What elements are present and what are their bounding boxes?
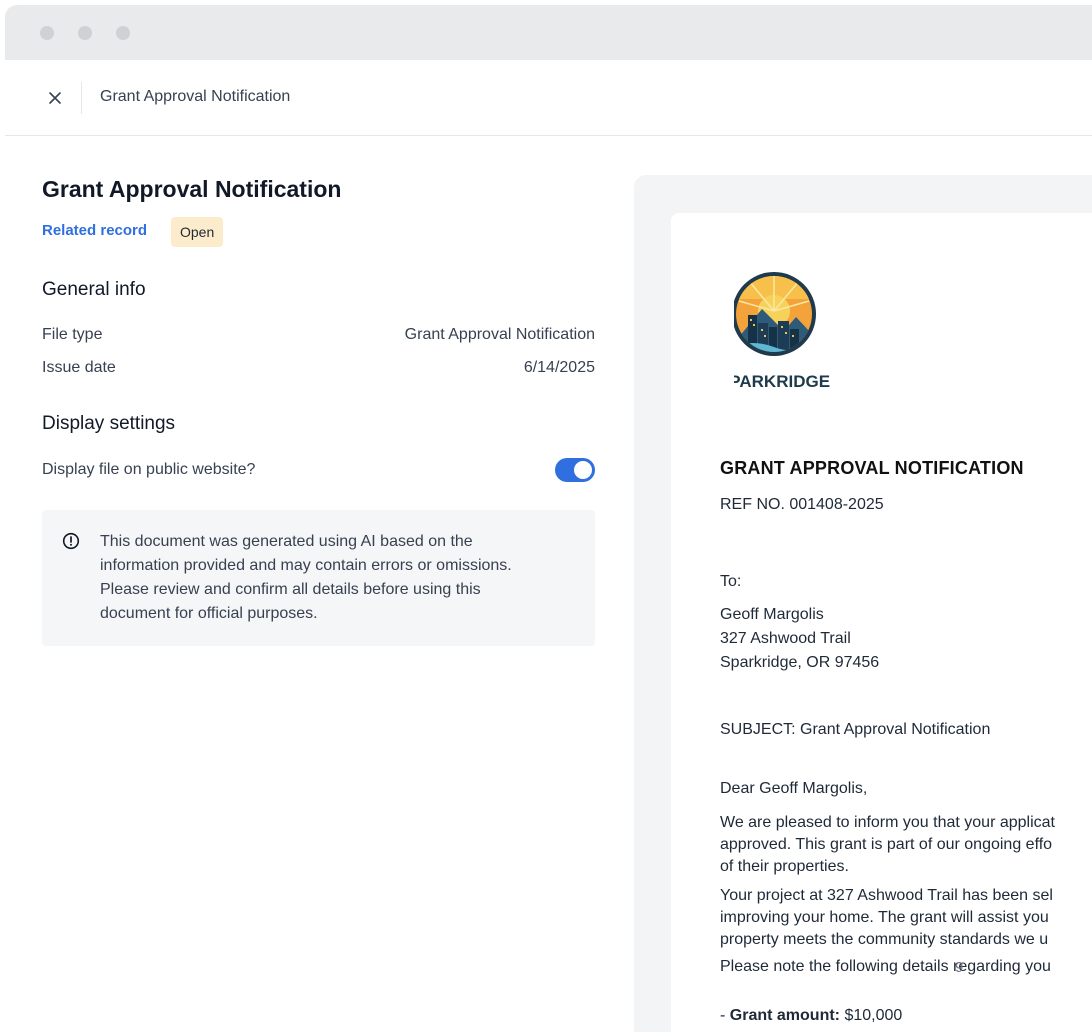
- recipient-city: Sparkridge, OR 97456: [720, 654, 880, 671]
- page-title: Grant Approval Notification: [42, 176, 342, 202]
- paragraph-line: We are pleased to inform you that your a…: [720, 814, 1055, 831]
- ai-notice-text: This document was generated using AI bas…: [100, 530, 570, 626]
- notice-line: information provided and may contain err…: [100, 557, 512, 574]
- status-badge: Open: [171, 217, 224, 247]
- body-paragraph-3: Please note the following details regard…: [720, 958, 1051, 975]
- paragraph-line: of their properties.: [720, 858, 849, 875]
- notice-line: Please review and confirm all details be…: [100, 581, 481, 598]
- issue-date-label: Issue date: [42, 359, 116, 376]
- window-maximize-dot[interactable]: [116, 26, 130, 40]
- document-page[interactable]: SPARKRIDGE GRANT APPROVAL NOTIFICATION R…: [671, 213, 1092, 1032]
- top-bar: Grant Approval Notification: [5, 60, 1092, 136]
- logo-text: SPARKRIDGE: [734, 372, 830, 391]
- display-settings-heading: Display settings: [42, 413, 176, 434]
- reference-number: REF NO. 001408-2025: [720, 496, 884, 513]
- issue-date-value: 6/14/2025: [523, 359, 595, 376]
- grant-amount-value: $10,000: [844, 1007, 903, 1024]
- paragraph-line: property meets the community standards w…: [720, 931, 1049, 948]
- general-info-heading: General info: [42, 279, 146, 300]
- subject-line: SUBJECT: Grant Approval Notification: [720, 721, 991, 738]
- notice-line: This document was generated using AI bas…: [100, 533, 473, 550]
- to-label: To:: [720, 573, 742, 590]
- public-website-toggle[interactable]: [555, 458, 595, 482]
- bullet-prefix: -: [720, 1007, 730, 1024]
- body-paragraph-1: We are pleased to inform you that your a…: [720, 812, 1092, 878]
- window-close-dot[interactable]: [40, 26, 54, 40]
- file-type-label: File type: [42, 326, 103, 343]
- topbar-divider: [81, 82, 82, 114]
- recipient-name: Geoff Margolis: [720, 606, 824, 623]
- close-button[interactable]: [41, 84, 69, 112]
- recipient-street: 327 Ashwood Trail: [720, 630, 851, 647]
- info-circle-icon: [62, 532, 80, 550]
- public-website-label: Display file on public website?: [42, 461, 256, 478]
- grant-amount-label: Grant amount:: [729, 1007, 840, 1024]
- ai-notice-box: This document was generated using AI bas…: [42, 510, 595, 646]
- body-paragraph-2: Your project at 327 Ashwood Trail has be…: [720, 885, 1092, 951]
- page-number: 9: [955, 959, 964, 976]
- window-titlebar: [5, 5, 1092, 60]
- related-record-link[interactable]: Related record: [42, 222, 147, 239]
- grant-amount-line: - Grant amount: $10,000: [720, 1007, 902, 1025]
- sparkridge-logo: SPARKRIDGE: [718, 269, 838, 397]
- paragraph-line: Your project at 327 Ashwood Trail has be…: [720, 887, 1053, 904]
- notice-line: document for official purposes.: [100, 605, 318, 622]
- close-icon: [49, 92, 61, 104]
- salutation: Dear Geoff Margolis,: [720, 780, 868, 797]
- window-minimize-dot[interactable]: [78, 26, 92, 40]
- paragraph-line: improving your home. The grant will assi…: [720, 909, 1049, 926]
- file-type-value: Grant Approval Notification: [404, 326, 595, 343]
- toggle-knob: [574, 461, 592, 479]
- breadcrumb-title: Grant Approval Notification: [100, 88, 291, 105]
- document-heading: GRANT APPROVAL NOTIFICATION: [720, 458, 1024, 478]
- paragraph-line: approved. This grant is part of our ongo…: [720, 836, 1053, 853]
